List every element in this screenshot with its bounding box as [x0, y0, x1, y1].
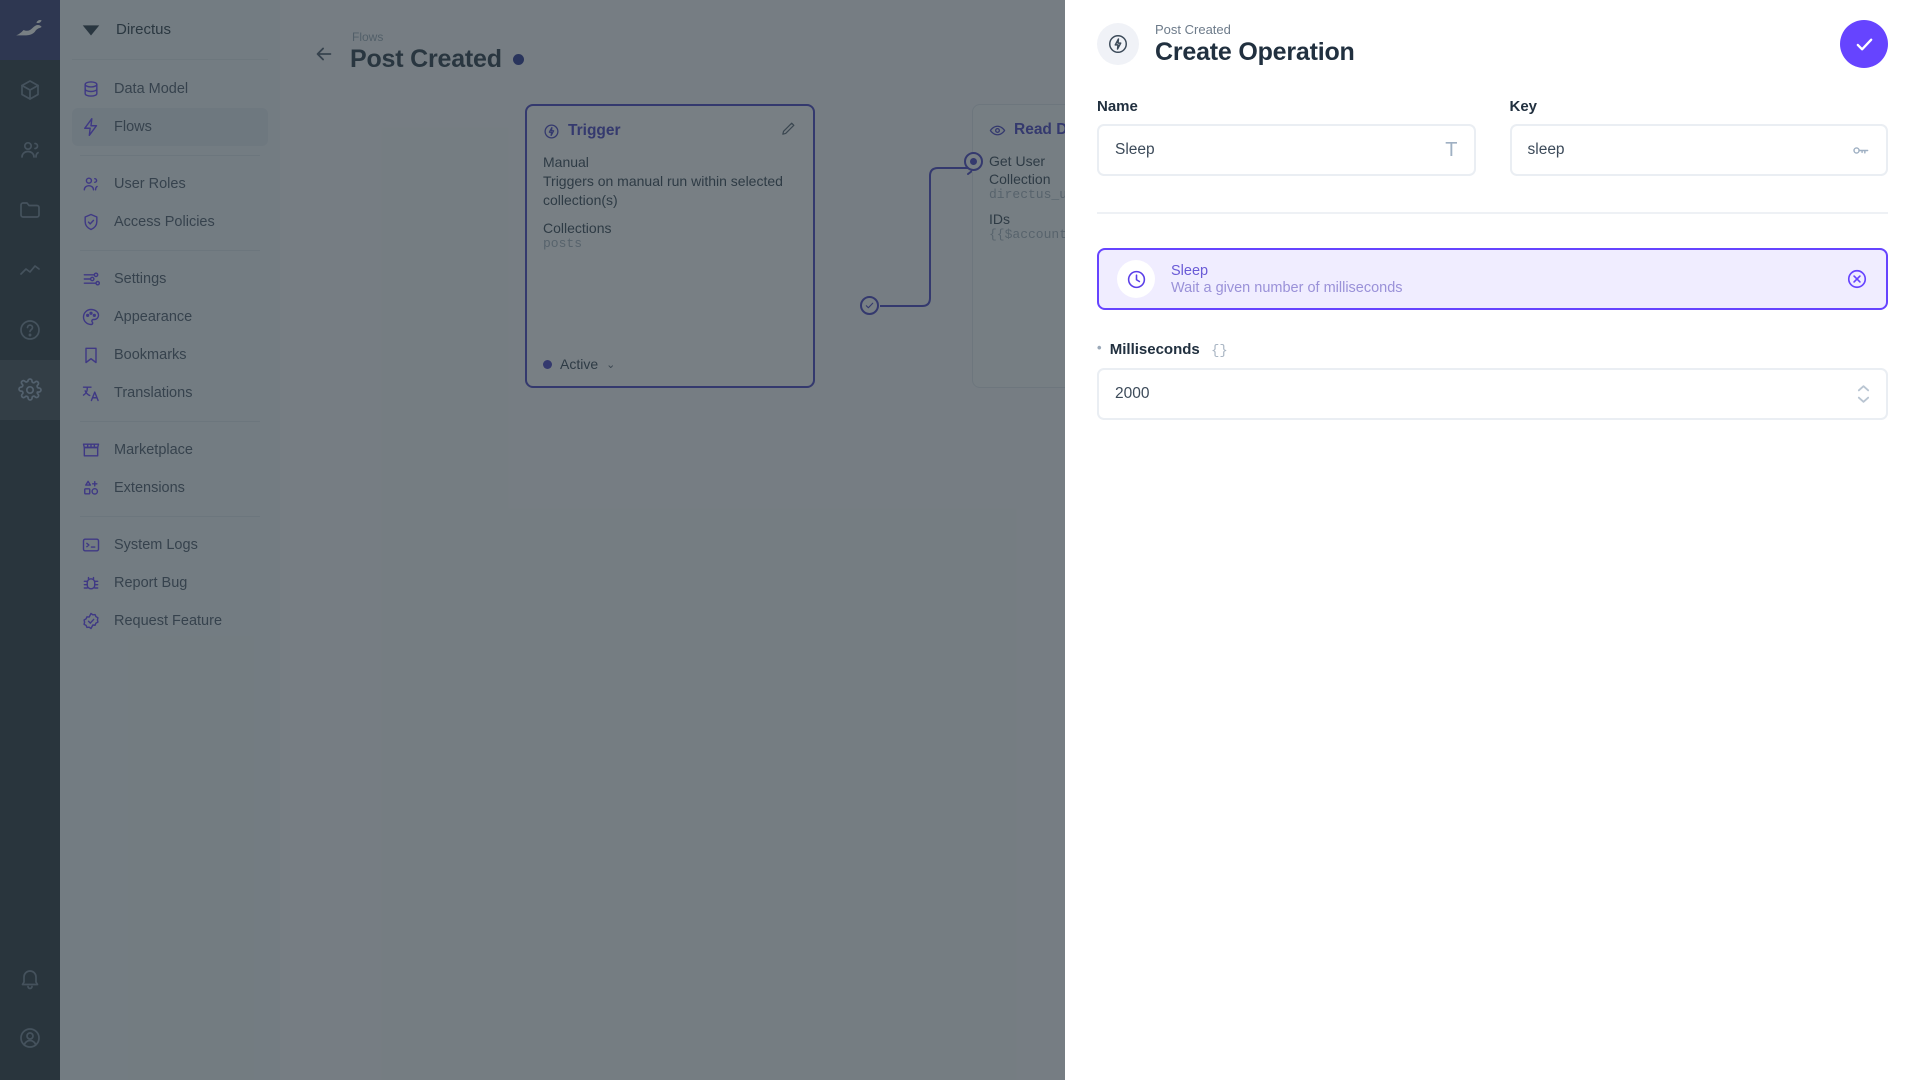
directus-app: Directus Data Model Flows User Rol	[0, 0, 1920, 1080]
milliseconds-field-label: Milliseconds {}	[1097, 340, 1888, 359]
key-field-label: Key	[1509, 98, 1538, 115]
name-input[interactable]: Sleep T	[1097, 124, 1476, 176]
clock-icon	[1117, 260, 1155, 298]
create-operation-drawer: Post Created Create Operation Name Sleep…	[1065, 0, 1920, 1080]
braces-icon[interactable]: {}	[1211, 343, 1228, 359]
operation-bolt-circle-icon	[1097, 23, 1139, 65]
drawer-title: Create Operation	[1155, 37, 1355, 66]
key-input-value: sleep	[1527, 141, 1565, 158]
drawer-backdrop-overlay[interactable]	[0, 0, 1065, 1080]
drawer-divider	[1097, 212, 1888, 214]
name-key-fields-row: Name Sleep T Key sleep	[1097, 98, 1888, 176]
operation-card-text: Sleep Wait a given number of millisecond…	[1171, 263, 1830, 296]
key-input[interactable]: sleep	[1509, 124, 1888, 176]
milliseconds-field-group: Milliseconds {} 2000	[1097, 340, 1888, 420]
name-field-group: Name Sleep T	[1097, 98, 1476, 176]
drawer-header: Post Created Create Operation	[1097, 0, 1888, 88]
operation-card-title: Sleep	[1171, 262, 1209, 279]
milliseconds-input[interactable]: 2000	[1097, 368, 1888, 420]
key-field-group: Key sleep	[1509, 98, 1888, 176]
milliseconds-input-value: 2000	[1115, 385, 1150, 402]
drawer-title-block: Post Created Create Operation	[1155, 22, 1824, 67]
name-field-label: Name	[1097, 98, 1138, 115]
selected-operation-card[interactable]: Sleep Wait a given number of millisecond…	[1097, 248, 1888, 310]
save-button[interactable]	[1840, 20, 1888, 68]
operation-card-description: Wait a given number of milliseconds	[1171, 279, 1403, 296]
name-input-value: Sleep	[1115, 141, 1155, 158]
clear-circle-icon[interactable]	[1846, 268, 1868, 290]
drawer-eyebrow: Post Created	[1155, 21, 1231, 37]
quantity-stepper[interactable]	[1857, 384, 1870, 404]
key-icon	[1851, 141, 1870, 160]
text-type-icon: T	[1445, 139, 1458, 161]
milliseconds-label-text: Milliseconds	[1109, 341, 1200, 358]
